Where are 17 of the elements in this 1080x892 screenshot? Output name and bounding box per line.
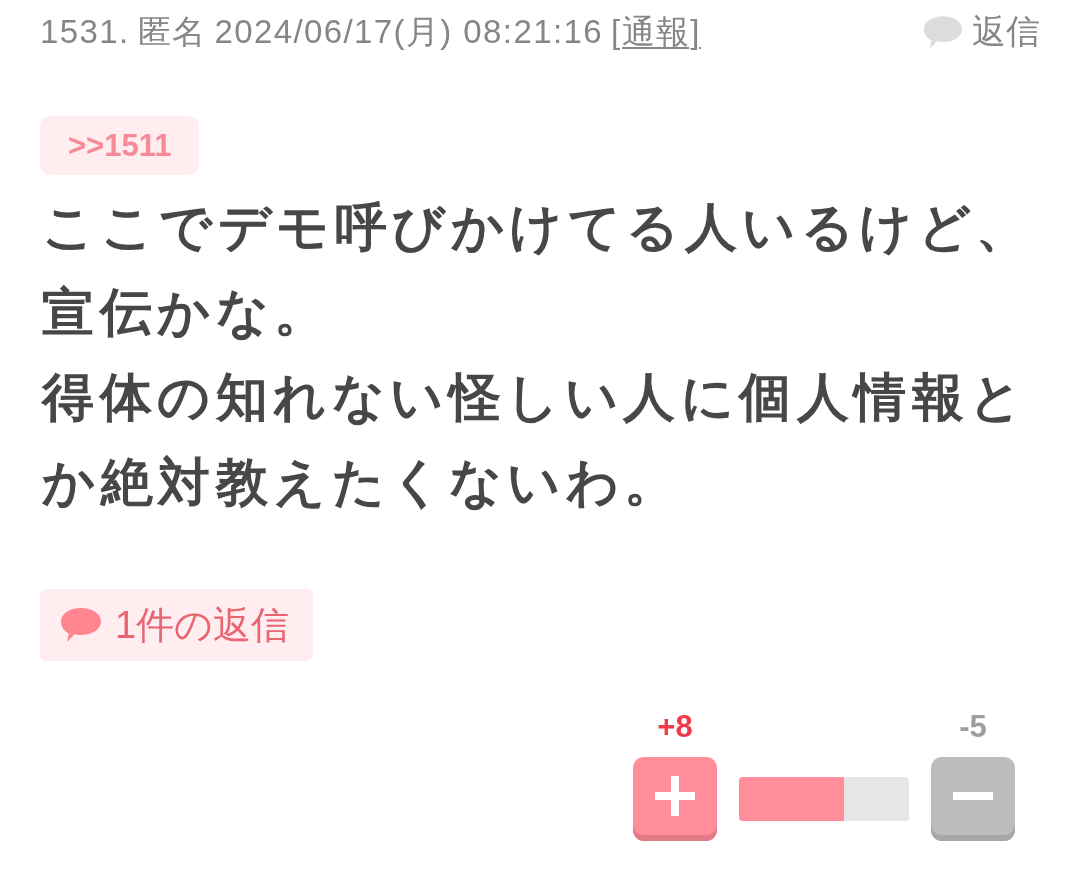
author-name: 匿名	[137, 11, 207, 52]
post-number: 1531.	[40, 13, 130, 51]
plus-count: +8	[657, 709, 693, 745]
plus-icon	[655, 776, 695, 816]
quote-link[interactable]: >>1511	[40, 116, 200, 175]
reply-button[interactable]: 返信	[924, 9, 1040, 55]
post-text: ここでデモ呼びかけてる人いるけど、宣伝かな。	[42, 197, 1035, 343]
post-datetime: 2024/06/17(月) 08:21:16	[214, 11, 603, 52]
post-text: 得体の知れない怪しい人に個人情報とか絶対教えたくないわ。	[42, 367, 1029, 513]
report-link[interactable]: [通報]	[611, 9, 701, 55]
plus-button[interactable]	[633, 757, 717, 841]
minus-button[interactable]	[931, 757, 1015, 841]
replies-button[interactable]: 1件の返信	[40, 589, 314, 661]
minus-icon	[953, 792, 993, 800]
minus-count: -5	[959, 709, 987, 745]
speech-bubble-icon	[61, 608, 101, 642]
speech-bubble-icon	[924, 15, 962, 49]
